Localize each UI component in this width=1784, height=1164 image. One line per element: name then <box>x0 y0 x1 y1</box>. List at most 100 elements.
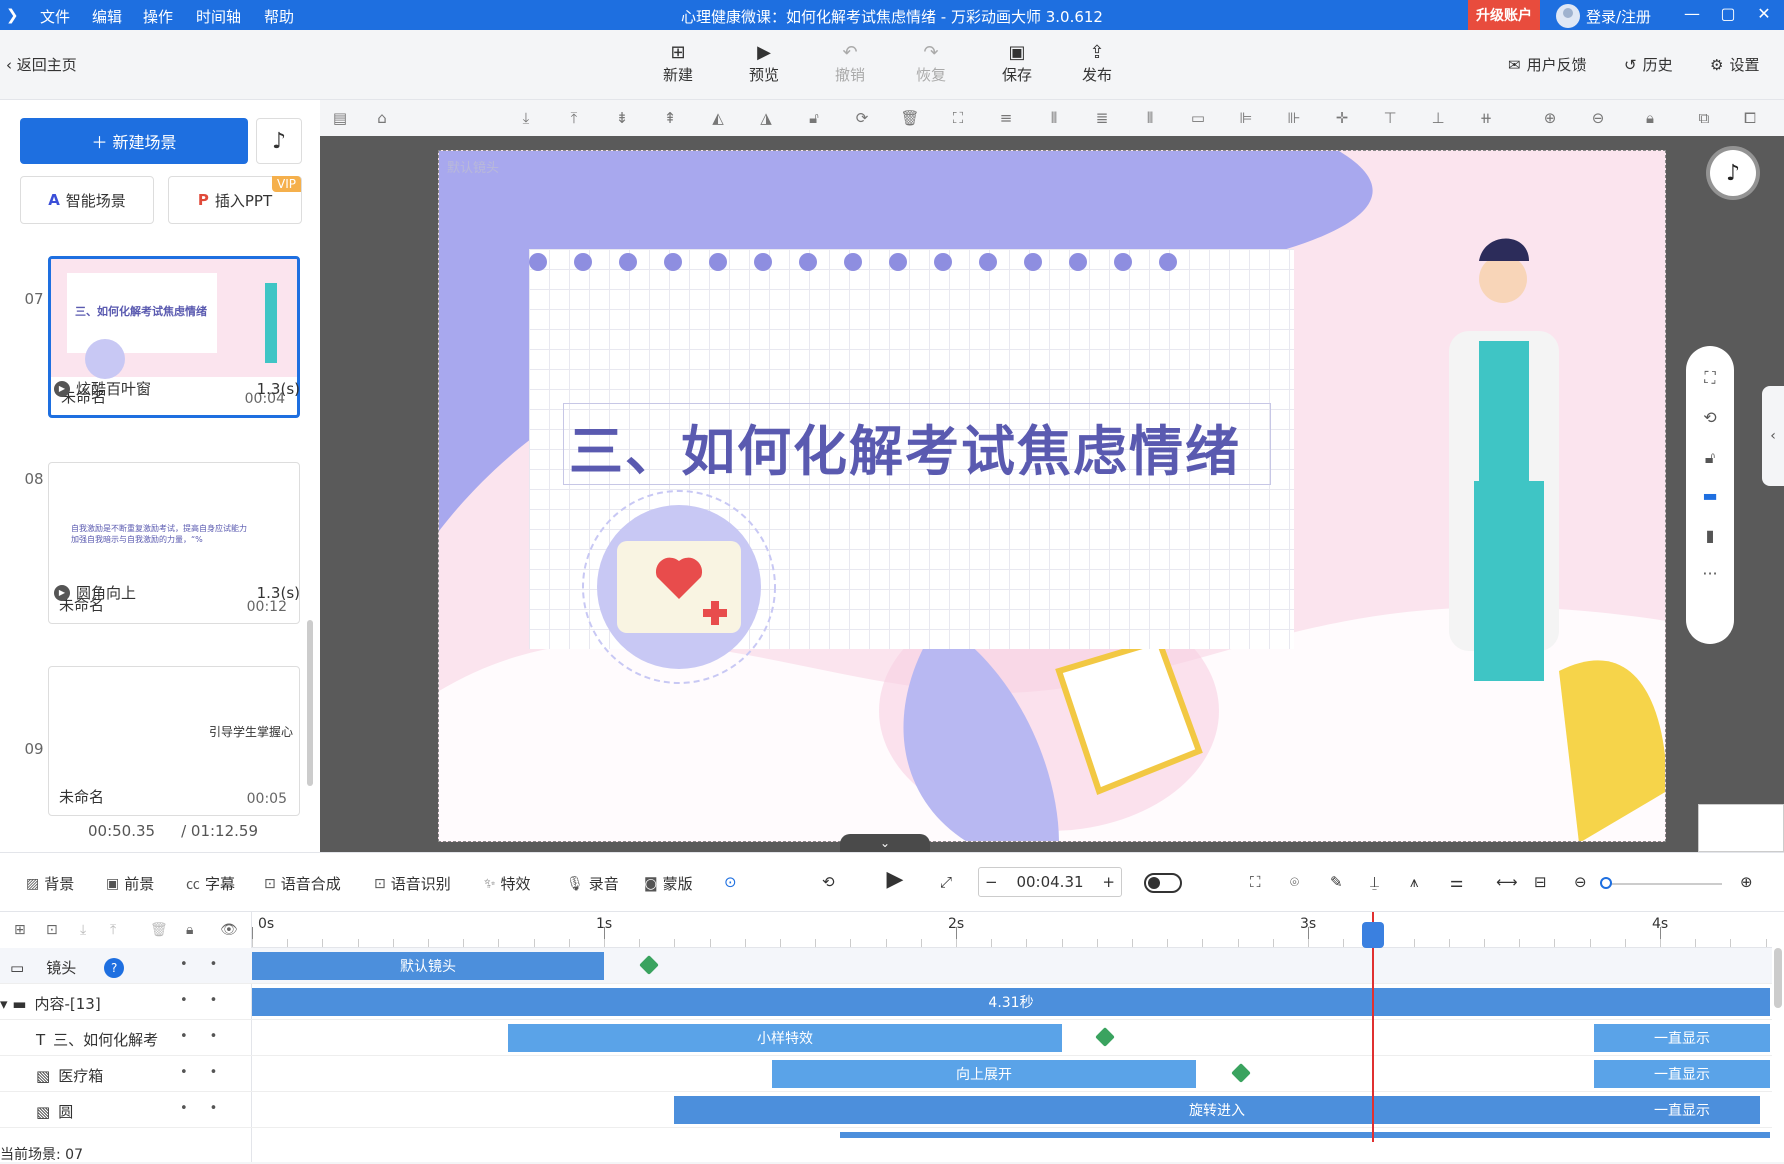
unlock-icon[interactable]: 🔓︎ <box>804 108 824 128</box>
adjust-button[interactable]: ⚌ <box>1450 873 1463 891</box>
close-icon[interactable]: ✕ <box>1754 4 1774 23</box>
mask-button[interactable]: ◙ 蒙版 <box>644 873 693 894</box>
track-row-content[interactable]: ▾ ▬ 内容-[13] •• 4.31秒 <box>0 984 1772 1020</box>
time-value[interactable]: 00:04.31 <box>1016 873 1083 891</box>
playhead-handle[interactable] <box>1362 922 1384 948</box>
undo-button[interactable]: ↶ 撤销 <box>820 42 880 85</box>
new-scene-button[interactable]: ＋ 新建场景 <box>20 118 248 164</box>
track-bar[interactable]: 向上展开 <box>772 1060 1196 1088</box>
publish-button[interactable]: ⇪ 发布 <box>1067 42 1127 85</box>
zoom-out-timeline-button[interactable]: ⊖ <box>1574 873 1587 891</box>
preview-button[interactable]: ▶ 预览 <box>734 42 794 85</box>
foreground-button[interactable]: ▣ 前景 <box>106 873 154 894</box>
track-row-camera[interactable]: ▭ 镜头? •• 默认镜头 <box>0 948 1772 984</box>
move-up-icon[interactable]: ⇞ <box>660 108 680 128</box>
rotate-icon[interactable]: ⟲ <box>1686 408 1734 427</box>
track-row-title[interactable]: T 三、如何化解考 •• 小样特效 一直显示 <box>0 1020 1772 1056</box>
track-row-medkit[interactable]: ▧ 医疗箱 •• 向上展开 一直显示 <box>0 1056 1772 1092</box>
background-button[interactable]: ▨ 背景 <box>26 873 74 894</box>
slide-stage[interactable]: 默认镜头 三、如何化解考试焦虑情绪 <box>438 150 1666 842</box>
more-icon[interactable]: ··· <box>1686 564 1734 583</box>
align-left-icon[interactable]: ⊫ <box>1236 108 1256 128</box>
delete-icon[interactable]: 🗑︎ <box>900 108 920 128</box>
new-button[interactable]: ⊞ 新建 <box>648 42 708 85</box>
scene-thumb-09[interactable]: 引导学生掌握心 未命名 00:05 <box>48 666 300 816</box>
maximize-icon[interactable]: ▢ <box>1718 4 1738 23</box>
medical-kit-image[interactable] <box>579 487 779 687</box>
crop-icon[interactable]: ⛶ <box>948 108 968 128</box>
center-icon[interactable]: ✛ <box>1332 108 1352 128</box>
paste-icon[interactable]: ⧠ <box>1740 108 1760 128</box>
mobile-view-icon[interactable]: ▮ <box>1686 526 1734 545</box>
zoom-in-icon[interactable]: ⊕ <box>1540 108 1560 128</box>
flip-h-icon[interactable]: ◭ <box>708 108 728 128</box>
fit-width-button[interactable]: ⟷ <box>1496 873 1518 891</box>
feedback-link[interactable]: ✉ 用户反馈 <box>1508 54 1587 75</box>
minimap[interactable] <box>1698 804 1784 852</box>
more-tools-button[interactable]: ⊙ <box>724 873 737 891</box>
zoom-out-icon[interactable]: ⊖ <box>1588 108 1608 128</box>
middle-icon[interactable]: ⧺ <box>1476 108 1496 128</box>
scan-button[interactable]: ⛶ <box>1250 873 1261 891</box>
desktop-view-icon[interactable]: ▬ <box>1686 486 1734 505</box>
align-center-h-icon[interactable]: ≡ <box>996 108 1016 128</box>
save-button[interactable]: ▣ 保存 <box>987 42 1047 85</box>
add-keyframe-icon[interactable] <box>639 955 659 975</box>
tts-button[interactable]: ⊡ 语音合成 <box>264 873 341 894</box>
track-row-circle[interactable]: ▧ 圆 •• 旋转进入 一直显示 <box>0 1092 1772 1128</box>
record-button[interactable]: 🎙︎ 录音 <box>566 873 619 894</box>
home-icon[interactable]: ⌂ <box>372 108 392 128</box>
slide-title[interactable]: 三、如何化解考试焦虑情绪 <box>569 407 1289 486</box>
add-folder-icon[interactable]: ⊞ <box>14 922 26 938</box>
same-width-icon[interactable]: ▭ <box>1188 108 1208 128</box>
unlock-icon[interactable]: 🔓︎ <box>1686 448 1734 468</box>
add-keyframe-icon[interactable] <box>1231 1063 1251 1083</box>
track-bar[interactable]: 小样特效 <box>508 1024 1062 1052</box>
timeline-ruler[interactable]: 0s 1s 2s 3s 4s <box>252 912 1772 948</box>
lock-icon[interactable]: 🔒︎ <box>1640 108 1660 128</box>
subtitle-button[interactable]: ㏄字幕 <box>186 873 235 894</box>
track-bar[interactable]: 旋转进入 一直显示 <box>674 1096 1760 1124</box>
lock-icon[interactable]: 🔒︎ <box>186 922 193 938</box>
next-track-bar[interactable] <box>840 1132 1770 1138</box>
timeline-zoom-slider[interactable] <box>1604 883 1722 885</box>
settings-link[interactable]: ⚙ 设置 <box>1710 54 1759 75</box>
redo-button[interactable]: ↷ 恢复 <box>901 42 961 85</box>
transition-item[interactable]: ▶ 炫酷百叶窗 1.3(s) <box>54 378 300 399</box>
music-button[interactable]: ♪ <box>256 118 302 164</box>
history-link[interactable]: ↺ 历史 <box>1624 54 1673 75</box>
login-button[interactable]: 登录/注册 <box>1556 4 1651 28</box>
add-keyframe-icon[interactable] <box>1095 1027 1115 1047</box>
track-end-bar[interactable]: 一直显示 <box>1594 1024 1770 1052</box>
split-button[interactable]: ⍊ <box>1370 873 1379 891</box>
top-edge-icon[interactable]: ⊤ <box>1380 108 1400 128</box>
fullscreen-button[interactable]: ⤢ <box>940 873 952 891</box>
filter-button[interactable]: ⩚ <box>1410 873 1418 891</box>
flip-v-icon[interactable]: ◮ <box>756 108 776 128</box>
align-top-icon[interactable]: ⤒ <box>564 108 584 128</box>
align-bottom-icon[interactable]: ⤓ <box>516 108 536 128</box>
smart-scene-button[interactable]: A 智能场景 <box>20 176 154 224</box>
copy-icon[interactable]: ⧉ <box>1694 108 1714 128</box>
time-stepper[interactable]: − 00:04.31 + <box>978 867 1122 897</box>
help-icon[interactable]: ? <box>104 957 125 978</box>
scene-scrollbar[interactable] <box>307 620 313 786</box>
move-up-icon[interactable]: ⤒ <box>110 922 116 938</box>
rotate-icon[interactable]: ⟳ <box>852 108 872 128</box>
minus-icon[interactable]: − <box>985 873 998 891</box>
collapse-panel-tab[interactable]: ‹ <box>1762 386 1784 486</box>
delete-icon[interactable]: 🗑︎ <box>150 922 168 938</box>
fit-screen-icon[interactable]: ⛶ <box>1686 368 1734 388</box>
distribute-h-icon[interactable]: ⦀ <box>1140 108 1160 128</box>
asr-button[interactable]: ⊡ 语音识别 <box>374 873 451 894</box>
edit-button[interactable]: ✎ <box>1330 873 1343 891</box>
minimize-icon[interactable]: — <box>1682 4 1702 23</box>
timeline-scrollbar[interactable] <box>1774 948 1782 1008</box>
track-bar[interactable]: 默认镜头 <box>252 952 604 980</box>
ratio-button[interactable]: ⊟ <box>1534 873 1547 891</box>
effects-button[interactable]: ✨︎ 特效 <box>484 873 531 894</box>
track-end-bar[interactable]: 一直显示 <box>1594 1060 1770 1088</box>
upgrade-button[interactable]: 升级账户 <box>1468 0 1540 30</box>
music-float-button[interactable]: ♪ <box>1710 150 1756 196</box>
play-button[interactable]: ▶ <box>880 867 910 897</box>
